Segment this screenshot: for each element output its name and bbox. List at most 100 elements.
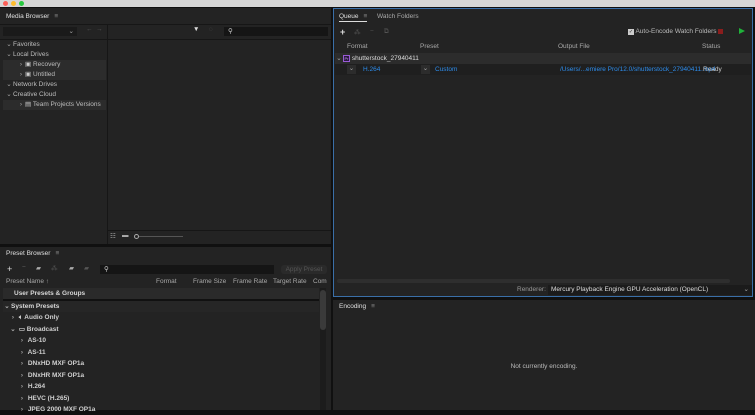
tree-item-untitled[interactable]: › ▣ Untitled xyxy=(3,70,106,80)
close-window-button[interactable] xyxy=(3,1,8,6)
team-projects-icon: ▤ xyxy=(25,101,32,108)
chevron-right-icon: › xyxy=(20,337,24,344)
window-titlebar xyxy=(0,0,755,7)
preset-item[interactable]: › 🔈︎ Audio Only xyxy=(9,312,59,323)
preset-scrollbar[interactable] xyxy=(320,288,326,410)
chevron-right-icon: › xyxy=(11,314,15,321)
minimize-window-button[interactable] xyxy=(11,1,16,6)
search-icon: ⚲ xyxy=(104,266,109,273)
renderer-label: Renderer: xyxy=(517,286,546,293)
group-system-presets[interactable]: ⌄System Presets xyxy=(3,301,319,312)
sort-arrow-icon: ↑ xyxy=(45,278,49,285)
panel-menu-icon[interactable]: ≡ xyxy=(371,303,375,310)
remove-preset-icon[interactable]: − xyxy=(22,264,26,271)
column-comment[interactable]: Comm xyxy=(313,277,327,287)
apply-preset-button[interactable]: Apply Preset xyxy=(281,265,327,274)
preset-settings-icon[interactable]: ⁂ xyxy=(354,28,361,36)
tree-item-creative-cloud[interactable]: ⌄Creative Cloud xyxy=(5,90,56,100)
group-user-presets[interactable]: User Presets & Groups xyxy=(3,288,319,299)
stop-queue-button[interactable] xyxy=(718,29,723,34)
add-preset-icon[interactable]: + xyxy=(7,264,12,274)
scrollbar-thumb[interactable] xyxy=(320,290,326,330)
chevron-down-icon: ⌄ xyxy=(10,325,16,333)
status-text: Ready xyxy=(703,66,722,73)
list-view-icon[interactable]: ☷ xyxy=(110,232,116,240)
zoom-slider[interactable] xyxy=(139,236,183,237)
column-target-rate[interactable]: Target Rate xyxy=(273,277,307,287)
chevron-down-icon: ⌄ xyxy=(743,286,749,293)
remove-icon[interactable]: − xyxy=(370,28,374,35)
preset-item[interactable]: › DNxHR MXF OP1a xyxy=(18,370,84,381)
panel-menu-icon[interactable]: ≡ xyxy=(55,250,59,257)
tree-item-network-drives[interactable]: ⌄Network Drives xyxy=(5,80,57,90)
preset-item[interactable]: › DNxHD MXF OP1a xyxy=(18,358,84,369)
output-file-link[interactable]: /Users/...emiere Pro/12.0/shutterstock_2… xyxy=(560,64,716,75)
auto-encode-checkbox[interactable]: ✓ Auto-Encode Watch Folders xyxy=(628,28,717,35)
column-preset: Preset xyxy=(420,43,439,50)
preset-item[interactable]: › AS-11 xyxy=(18,347,46,358)
back-arrow-icon[interactable]: ← xyxy=(86,26,93,33)
duplicate-icon[interactable]: ⧉ xyxy=(384,28,389,36)
premiere-project-icon: Pr xyxy=(343,55,350,62)
tree-item-team-projects-versions[interactable]: › ▤ Team Projects Versions xyxy=(3,100,106,110)
checkbox-checked-icon: ✓ xyxy=(628,29,634,35)
format-dropdown-icon[interactable]: ⌄ xyxy=(347,65,356,74)
encoding-panel: Encoding ≡ Not currently encoding. xyxy=(333,300,755,410)
column-frame-rate[interactable]: Frame Rate xyxy=(233,277,267,287)
tree-item-recovery[interactable]: › ▣ Recovery xyxy=(3,60,106,70)
panel-title: Preset Browser xyxy=(6,250,51,257)
speaker-icon: 🔈︎ xyxy=(18,314,23,321)
chevron-right-icon: › xyxy=(20,394,24,402)
preset-item[interactable]: › H.264 xyxy=(18,381,45,392)
preset-item[interactable]: › AS-10 xyxy=(18,335,46,346)
view-icon[interactable]: ◌ xyxy=(209,26,213,33)
filter-icon[interactable]: ▼ xyxy=(193,26,199,33)
column-status: Status xyxy=(702,43,721,50)
column-frame-size[interactable]: Frame Size xyxy=(193,277,226,287)
preset-browser-panel: Preset Browser ≡ + − ▰ ⁂ ▰ ▰ ⚲ Apply Pres… xyxy=(0,247,331,413)
import-preset-icon[interactable]: ▰ xyxy=(69,264,74,272)
start-queue-button[interactable] xyxy=(739,28,745,34)
chevron-right-icon: › xyxy=(20,360,24,367)
preset-search-input[interactable]: ⚲ xyxy=(100,265,274,274)
tree-item-favorites[interactable]: ⌄Favorites xyxy=(5,40,39,50)
column-preset-name[interactable]: Preset Name ↑ xyxy=(6,277,49,287)
new-group-icon[interactable]: ▰ xyxy=(36,264,41,272)
drive-icon: ▣ xyxy=(25,61,32,68)
panel-menu-icon[interactable]: ≡ xyxy=(364,13,368,20)
queue-source-row[interactable]: ⌄ Pr shutterstock_27940411 xyxy=(335,53,751,64)
chevron-right-icon: › xyxy=(20,371,24,379)
column-format[interactable]: Format xyxy=(156,277,177,287)
preset-item[interactable]: › HEVC (H.265) xyxy=(18,393,69,404)
add-source-icon[interactable]: + xyxy=(340,27,345,37)
tree-item-local-drives[interactable]: ⌄Local Drives xyxy=(5,50,49,60)
tab-queue[interactable]: Queue ≡ xyxy=(339,13,368,22)
encoding-status-message: Not currently encoding. xyxy=(510,363,578,370)
tab-watch-folders[interactable]: Watch Folders xyxy=(377,13,419,20)
panel-title: Encoding xyxy=(339,303,367,310)
queue-output-row[interactable]: ⌄ H.264 ⌄ Custom /Users/...emiere Pro/12… xyxy=(335,64,751,75)
chevron-right-icon: › xyxy=(20,348,24,356)
panel-menu-icon[interactable]: ≡ xyxy=(54,13,58,20)
thumbnail-view-icon[interactable]: ▬ xyxy=(122,232,129,239)
media-search-input[interactable]: ⚲ xyxy=(224,27,328,36)
media-browser-panel: Media Browser ≡ ⌄ ← → ▼ ◌ ⚲ ⌄Favorites ⌄L… xyxy=(0,8,331,244)
format-link[interactable]: H.264 xyxy=(363,64,380,75)
drive-icon: ▣ xyxy=(25,71,32,78)
panel-title: Media Browser xyxy=(6,13,50,20)
export-preset-icon[interactable]: ▰ xyxy=(84,264,89,272)
chevron-right-icon: › xyxy=(20,383,24,390)
column-format: Format xyxy=(347,43,368,50)
zoom-window-button[interactable] xyxy=(19,1,24,6)
location-dropdown[interactable]: ⌄ xyxy=(3,27,77,36)
preset-dropdown-icon[interactable]: ⌄ xyxy=(421,65,430,74)
preset-item[interactable]: ⌄ ▭ Broadcast xyxy=(9,324,58,335)
settings-icon[interactable]: ⁂ xyxy=(51,264,58,272)
search-icon: ⚲ xyxy=(228,28,233,35)
queue-horizontal-scrollbar[interactable] xyxy=(337,279,730,283)
renderer-dropdown[interactable]: Mercury Playback Engine GPU Acceleration… xyxy=(548,285,752,295)
queue-panel: Queue ≡ Watch Folders + ⁂ − ⧉ ✓ Auto-Enco… xyxy=(333,8,753,297)
broadcast-icon: ▭ xyxy=(18,325,25,333)
preset-link[interactable]: Custom xyxy=(435,64,457,75)
forward-arrow-icon[interactable]: → xyxy=(96,26,103,33)
